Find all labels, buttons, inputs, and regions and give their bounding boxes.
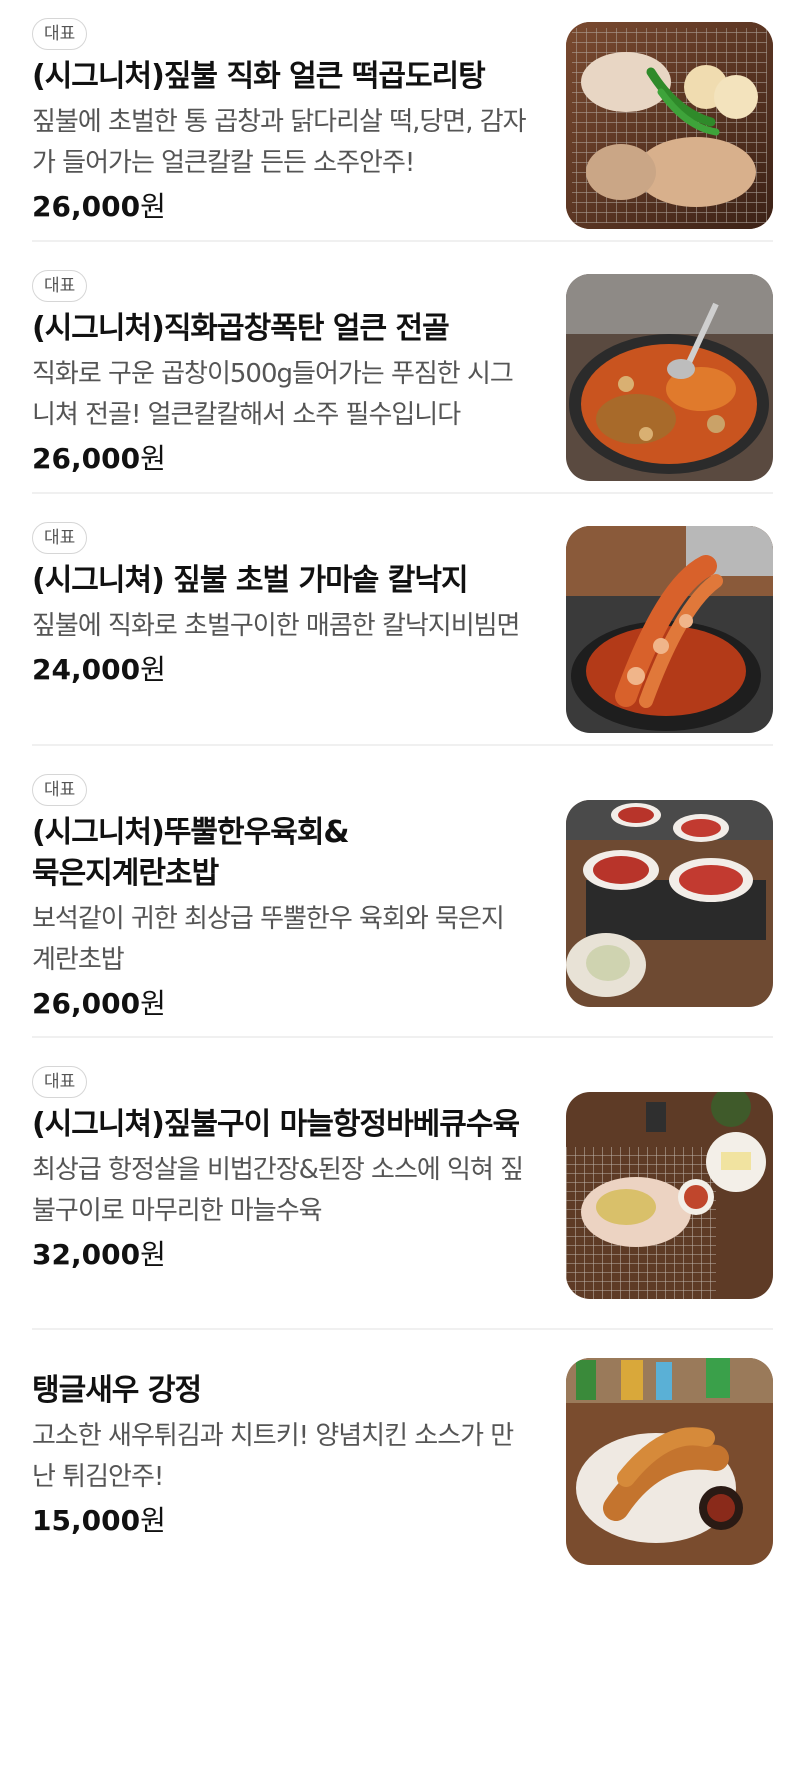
menu-item[interactable]: 대표 (시그니처)짚불 직화 얼큰 떡곱도리탕 짚불에 초벌한 통 곱창과 닭다… xyxy=(32,18,773,242)
menu-item-photo[interactable] xyxy=(566,1358,773,1565)
menu-item[interactable]: 대표 (시그니처)뚜뿔한우육회&묵은지계란초밥 보석같이 귀한 최상급 뚜뿔한우… xyxy=(32,774,773,1038)
menu-item-info: 탱글새우 강정 고소한 새우튀김과 치트키! 양념치킨 소스가 만난 튀김안주!… xyxy=(32,1370,532,1540)
menu-item-photo[interactable] xyxy=(566,526,773,733)
price-value: 26,000 xyxy=(32,190,141,223)
representative-badge: 대표 xyxy=(32,1066,88,1098)
representative-badge: 대표 xyxy=(32,522,88,554)
menu-item-price: 15,000원 xyxy=(32,1502,532,1540)
menu-item-price: 26,000원 xyxy=(32,985,532,1023)
menu-item-description: 보석같이 귀한 최상급 뚜뿔한우 육회와 묵은지 계란초밥 xyxy=(32,904,505,975)
currency-unit: 원 xyxy=(140,653,166,686)
menu-item-info: 대표 (시그니처)뚜뿔한우육회&묵은지계란초밥 보석같이 귀한 최상급 뚜뿔한우… xyxy=(32,774,532,1023)
currency-unit: 원 xyxy=(140,1238,166,1271)
menu-item-price: 24,000원 xyxy=(32,651,532,689)
menu-item-info: 대표 (시그니쳐) 짚불 초벌 가마솥 칼낙지 짚불에 직화로 초벌구이한 매콤… xyxy=(32,522,532,689)
price-value: 26,000 xyxy=(32,442,141,475)
menu-item-price: 26,000원 xyxy=(32,188,532,226)
menu-item-photo[interactable] xyxy=(566,274,773,481)
menu-item-info: 대표 (시그니처)짚불 직화 얼큰 떡곱도리탕 짚불에 초벌한 통 곱창과 닭다… xyxy=(32,18,532,226)
menu-item-title: (시그니처)뚜뿔한우육회&묵은지계란초밥 xyxy=(32,815,350,891)
currency-unit: 원 xyxy=(140,987,166,1020)
currency-unit: 원 xyxy=(140,442,166,475)
menu-item[interactable]: 탱글새우 강정 고소한 새우튀김과 치트키! 양념치킨 소스가 만난 튀김안주!… xyxy=(32,1358,773,1568)
price-value: 24,000 xyxy=(32,653,141,686)
menu-item-description: 직화로 구운 곱창이500g들어가는 푸짐한 시그니쳐 전골! 얼큰칼칼해서 소… xyxy=(32,359,514,430)
menu-item-title: 탱글새우 강정 xyxy=(32,1373,202,1408)
menu-item-photo[interactable] xyxy=(566,800,773,1007)
menu-item[interactable]: 대표 (시그니처)직화곱창폭탄 얼큰 전골 직화로 구운 곱창이500g들어가는… xyxy=(32,270,773,494)
dish-photo-yukhoe-icon xyxy=(566,800,773,1007)
dish-photo-grilled-gopchang-icon xyxy=(566,22,773,229)
representative-badge: 대표 xyxy=(32,18,88,50)
currency-unit: 원 xyxy=(140,190,166,223)
menu-item-price: 32,000원 xyxy=(32,1236,532,1274)
menu-item-description: 고소한 새우튀김과 치트키! 양념치킨 소스가 만난 튀김안주! xyxy=(32,1421,514,1492)
menu-item[interactable]: 대표 (시그니쳐)짚불구이 마늘항정바베큐수육 최상급 항정살을 비법간장&된장… xyxy=(32,1066,773,1330)
menu-item-info: 대표 (시그니쳐)짚불구이 마늘항정바베큐수육 최상급 항정살을 비법간장&된장… xyxy=(32,1066,532,1274)
currency-unit: 원 xyxy=(140,1504,166,1537)
menu-item-price: 26,000원 xyxy=(32,440,532,478)
menu-item-info: 대표 (시그니처)직화곱창폭탄 얼큰 전골 직화로 구운 곱창이500g들어가는… xyxy=(32,270,532,478)
dish-photo-octopus-noodles-icon xyxy=(566,526,773,733)
menu-item-description: 짚불에 초벌한 통 곱창과 닭다리살 떡,당면, 감자 가 들어가는 얼큰칼칼 … xyxy=(32,107,527,178)
dish-photo-suyuk-icon xyxy=(566,1092,773,1299)
menu-item-photo[interactable] xyxy=(566,22,773,229)
menu-item-description: 짚불에 직화로 초벌구이한 매콤한 칼낙지비빔면 xyxy=(32,611,520,641)
price-value: 15,000 xyxy=(32,1504,141,1537)
dish-photo-shrimp-icon xyxy=(566,1358,773,1565)
menu-item-photo[interactable] xyxy=(566,1092,773,1299)
menu-item-title: (시그니쳐) 짚불 초벌 가마솥 칼낙지 xyxy=(32,563,469,598)
menu-item-description: 최상급 항정살을 비법간장&된장 소스에 익혀 짚불구이로 마무리한 마늘수육 xyxy=(32,1155,524,1226)
price-value: 26,000 xyxy=(32,987,141,1020)
representative-badge: 대표 xyxy=(32,774,88,806)
representative-badge: 대표 xyxy=(32,270,88,302)
menu-item-title: (시그니처)직화곱창폭탄 얼큰 전골 xyxy=(32,311,450,346)
dish-photo-hotpot-icon xyxy=(566,274,773,481)
menu-item[interactable]: 대표 (시그니쳐) 짚불 초벌 가마솥 칼낙지 짚불에 직화로 초벌구이한 매콤… xyxy=(32,522,773,746)
menu-item-title: (시그니쳐)짚불구이 마늘항정바베큐수육 xyxy=(32,1107,520,1142)
menu-item-title: (시그니처)짚불 직화 얼큰 떡곱도리탕 xyxy=(32,59,486,94)
price-value: 32,000 xyxy=(32,1238,141,1271)
